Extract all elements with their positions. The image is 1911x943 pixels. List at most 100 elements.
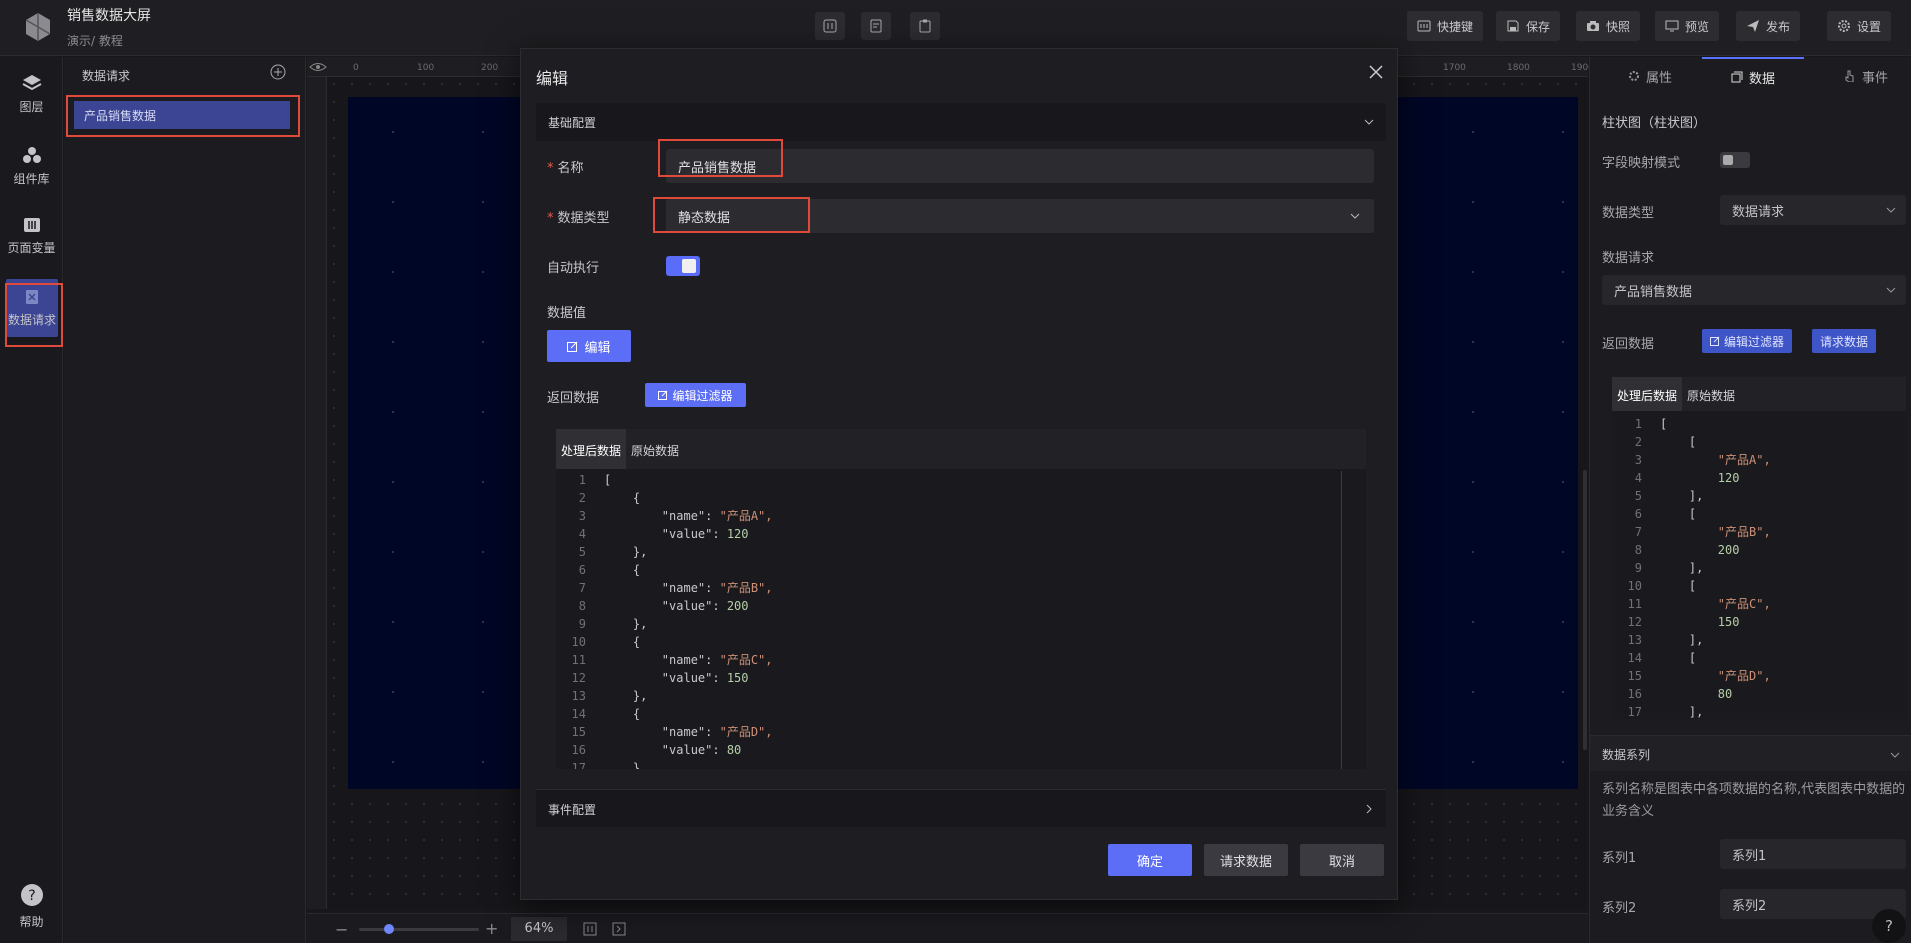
tab-data-label: 数据 xyxy=(1748,71,1775,87)
snapshot-label: 快照 xyxy=(1606,19,1631,34)
tab-processed-data[interactable]: 处理后数据 xyxy=(1612,377,1683,411)
line-number: 13 xyxy=(571,689,586,703)
zoom-value[interactable]: 64% xyxy=(511,917,567,941)
request-data-button[interactable]: 请求数据 xyxy=(1812,329,1877,353)
series-section-header[interactable]: 数据系列 xyxy=(1590,735,1911,771)
tab-raw-data[interactable]: 原始数据 xyxy=(626,429,684,469)
copy-icon xyxy=(1731,71,1743,83)
zoom-slider-thumb[interactable] xyxy=(384,924,394,934)
line-number: 1 xyxy=(1634,417,1642,431)
ruler-left xyxy=(307,77,327,909)
code-value: 80 xyxy=(726,743,742,757)
align-icon-button[interactable] xyxy=(815,12,845,40)
line-number: 9 xyxy=(1634,561,1642,575)
data-request-panel: 数据请求 产品销售数据 xyxy=(64,57,306,943)
nav-help[interactable]: ? 帮助 xyxy=(0,877,63,935)
returned-data-viewer: 处理后数据 原始数据 1[2 {3 "name": "产品A", 4 "value… xyxy=(556,429,1366,769)
data-type-value: 数据请求 xyxy=(1732,205,1785,220)
edit-data-label: 编辑 xyxy=(584,340,611,356)
confirm-button[interactable]: 确定 xyxy=(1108,844,1192,876)
code-line: 6 { xyxy=(556,561,1366,579)
code-value: 150 xyxy=(726,671,749,685)
chevron-down-icon xyxy=(1350,213,1360,219)
left-icon-bar: 图层 组件库 页面变量 数据请求 ? 帮助 xyxy=(0,57,63,943)
help-float-button[interactable]: ? xyxy=(1872,909,1906,943)
publish-button[interactable]: 发布 xyxy=(1736,11,1801,41)
settings-label: 设置 xyxy=(1857,19,1882,34)
ruler-tick: 100 xyxy=(417,63,435,73)
field-mapping-toggle[interactable] xyxy=(1720,152,1750,168)
line-number: 5 xyxy=(1634,489,1642,503)
code-text: 120 xyxy=(1660,471,1740,485)
code-line: 3 "name": "产品A", xyxy=(556,507,1366,525)
canvas-scrollbar[interactable] xyxy=(1583,470,1587,750)
close-icon[interactable] xyxy=(1369,65,1383,79)
line-number: 4 xyxy=(578,527,586,541)
code-text: [ xyxy=(1660,507,1697,521)
zoom-in-button[interactable]: + xyxy=(485,919,498,938)
tab-data[interactable]: 数据 xyxy=(1702,57,1804,95)
code-text: [ xyxy=(1660,417,1668,431)
event-config-section[interactable]: 事件配置 xyxy=(536,789,1386,827)
gear-icon xyxy=(1629,71,1639,81)
zoom-slider[interactable] xyxy=(359,928,479,931)
data-type-label: * 数据类型 xyxy=(547,211,610,226)
exit-fullscreen-icon[interactable] xyxy=(612,922,626,936)
edit-filter-button[interactable]: 编辑过滤器 xyxy=(1702,329,1793,353)
snapshot-button[interactable]: 快照 xyxy=(1576,11,1641,41)
code-line: 16 "value": 80 xyxy=(556,741,1366,759)
edit-filter-button[interactable]: 编辑过滤器 xyxy=(645,383,746,407)
clipboard-icon-button[interactable] xyxy=(910,12,940,40)
code-text: }, xyxy=(604,545,648,559)
document-icon-button[interactable] xyxy=(861,12,891,40)
nav-page-vars[interactable]: 页面变量 xyxy=(0,207,63,265)
save-label: 保存 xyxy=(1526,19,1551,34)
breadcrumb[interactable]: 演示/ 教程 xyxy=(67,32,123,49)
cancel-button[interactable]: 取消 xyxy=(1300,844,1384,876)
code-line: 16 80 xyxy=(1612,685,1906,703)
pointer-icon xyxy=(1845,70,1854,82)
basic-config-section[interactable]: 基础配置 xyxy=(536,103,1386,141)
series-1-input[interactable]: 系列1 xyxy=(1720,839,1906,869)
tab-properties[interactable]: 属性 xyxy=(1628,57,1688,95)
edit-icon xyxy=(658,390,668,400)
tab-events[interactable]: 事件 xyxy=(1844,57,1904,95)
component-name: 柱状图（柱状图） xyxy=(1602,116,1707,131)
code-body: 1[2 {3 "name": "产品A", 4 "value": 120 5 }, 6… xyxy=(556,471,1366,769)
fit-screen-icon[interactable] xyxy=(583,922,597,936)
request-data-button[interactable]: 请求数据 xyxy=(1204,844,1288,876)
shortcut-button[interactable]: 快捷键 xyxy=(1407,11,1484,41)
nav-help-label: 帮助 xyxy=(19,914,44,929)
code-text: "产品D", xyxy=(1660,669,1771,683)
data-request-select[interactable]: 产品销售数据 xyxy=(1602,275,1906,305)
auto-exec-toggle[interactable] xyxy=(666,256,700,276)
tab-raw-data[interactable]: 原始数据 xyxy=(1682,377,1740,411)
code-ruler xyxy=(1341,471,1342,769)
eye-icon[interactable] xyxy=(309,60,327,74)
save-button[interactable]: 保存 xyxy=(1496,11,1561,41)
preview-button[interactable]: 预览 xyxy=(1655,11,1720,41)
highlight-box xyxy=(653,197,810,233)
edit-data-button[interactable]: 编辑 xyxy=(547,330,631,362)
toggle-knob xyxy=(682,259,696,273)
highlight-box xyxy=(5,283,63,347)
modal-title: 编辑 xyxy=(536,69,569,88)
add-request-icon[interactable] xyxy=(270,64,286,80)
name-label: * 名称 xyxy=(547,161,584,176)
ruler-tick: 1700 xyxy=(1443,63,1466,73)
settings-button[interactable]: 设置 xyxy=(1827,11,1892,41)
nav-components[interactable]: 组件库 xyxy=(0,137,63,195)
app-logo-icon xyxy=(20,8,56,44)
data-request-label: 数据请求 xyxy=(1602,251,1655,266)
variable-icon xyxy=(23,217,40,232)
code-text: "产品C", xyxy=(1660,597,1771,611)
data-type-select[interactable]: 数据请求 xyxy=(1720,195,1906,225)
zoom-out-button[interactable]: − xyxy=(335,920,348,939)
nav-layers[interactable]: 图层 xyxy=(0,65,63,123)
toggle-knob xyxy=(1723,155,1733,165)
tab-processed-data[interactable]: 处理后数据 xyxy=(556,429,627,469)
code-text: }, xyxy=(604,617,648,631)
line-number: 2 xyxy=(1634,435,1642,449)
line-number: 7 xyxy=(578,581,586,595)
returned-data-viewer: 处理后数据 原始数据 1[2 [3 "产品A", 4 120 5 ], 6 [7 "产… xyxy=(1612,377,1906,719)
